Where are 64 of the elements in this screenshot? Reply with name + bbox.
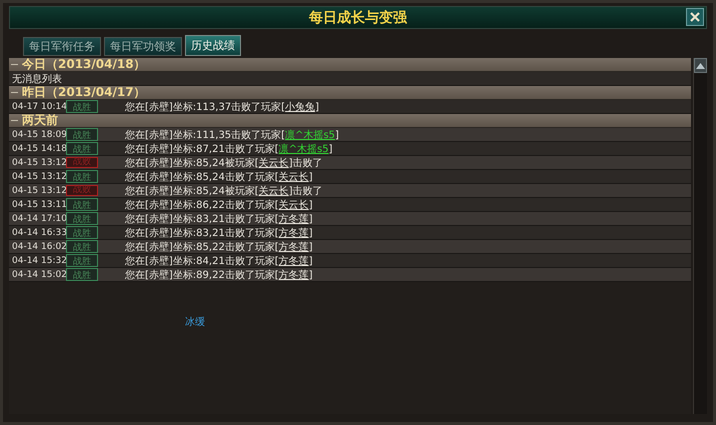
timestamp: 04-15 13:12 <box>11 186 66 196</box>
window-title: 每日成长与变强 <box>309 8 407 26</box>
player-link[interactable]: 关云长 <box>278 172 309 182</box>
timestamp: 04-15 14:18 <box>11 144 66 154</box>
result-badge: 战胜 <box>66 254 98 267</box>
record-message: 您在[赤壁]坐标:113,37击败了玩家[小兔兔] <box>125 100 319 114</box>
player-link[interactable]: 关云长 <box>278 200 309 210</box>
timestamp: 04-14 15:02 <box>11 270 66 280</box>
player-link[interactable]: 方冬莲 <box>278 228 309 238</box>
timestamp: 04-14 16:33 <box>11 228 66 238</box>
timestamp: 04-14 16:02 <box>11 242 66 252</box>
result-badge: 战胜 <box>66 240 98 253</box>
player-link[interactable]: 凛^木摇s5 <box>285 130 336 140</box>
result-badge: 战胜 <box>66 142 98 155</box>
timestamp: 04-15 13:11 <box>11 200 66 210</box>
section-title: 两天前 <box>22 112 58 129</box>
timestamp: 04-14 15:32 <box>11 256 66 266</box>
tab[interactable]: 每日军衔任务 <box>23 37 101 56</box>
result-badge: 战胜 <box>66 128 98 141</box>
timestamp: 04-15 13:12 <box>11 172 66 182</box>
close-icon <box>689 11 701 23</box>
timestamp: 04-15 13:12 <box>11 158 66 168</box>
section-header[interactable]: 两天前 <box>9 114 691 128</box>
empty-message: 无消息列表 <box>11 72 62 86</box>
record-message: 您在[赤壁]坐标:83,21击败了玩家[方冬莲] <box>125 226 313 240</box>
scrollbar[interactable] <box>693 58 707 414</box>
record-message: 您在[赤壁]坐标:85,24击败了玩家[关云长] <box>125 170 313 184</box>
player-link[interactable]: 关云长 <box>258 186 289 196</box>
player-link[interactable]: 凛^木摇s5 <box>278 144 329 154</box>
record-message: 您在[赤壁]坐标:85,24被玩家[关云长]击败了 <box>125 184 323 198</box>
record-message: 您在[赤壁]坐标:87,21击败了玩家[凛^木摇s5] <box>125 142 333 156</box>
result-badge: 战胜 <box>66 226 98 239</box>
player-link[interactable]: 方冬莲 <box>278 214 309 224</box>
section-title: 今日（2013/04/18） <box>22 56 146 73</box>
result-badge: 战胜 <box>66 100 98 113</box>
timestamp: 04-14 17:10 <box>11 214 66 224</box>
record-message: 您在[赤壁]坐标:84,21击败了玩家[方冬莲] <box>125 254 313 268</box>
record-message: 您在[赤壁]坐标:85,24被玩家[关云长]击败了 <box>125 156 323 170</box>
scroll-up-icon <box>696 62 705 68</box>
tab[interactable]: 每日军功领奖 <box>104 37 182 56</box>
record-message: 您在[赤壁]坐标:83,21击败了玩家[方冬莲] <box>125 212 313 226</box>
player-link[interactable]: 小兔兔 <box>285 102 316 112</box>
record-message: 您在[赤壁]坐标:86,22击败了玩家[关云长] <box>125 198 313 212</box>
player-link[interactable]: 方冬莲 <box>278 270 309 280</box>
record-message: 您在[赤壁]坐标:89,22击败了玩家[方冬莲] <box>125 268 313 282</box>
result-badge: 战胜 <box>66 198 98 211</box>
record-message: 您在[赤壁]坐标:85,22击败了玩家[方冬莲] <box>125 240 313 254</box>
result-badge: 战胜 <box>66 170 98 183</box>
result-badge: 战败 <box>66 185 98 196</box>
section-header[interactable]: 昨日（2013/04/17） <box>9 86 691 100</box>
status-label: 冰缓 <box>185 317 205 328</box>
player-link[interactable]: 关云长 <box>258 158 289 168</box>
result-badge: 战胜 <box>66 212 98 225</box>
result-badge: 战胜 <box>66 268 98 281</box>
section-header[interactable]: 今日（2013/04/18） <box>9 58 691 72</box>
close-button[interactable] <box>686 8 704 26</box>
timestamp: 04-15 18:09 <box>11 130 66 140</box>
player-link[interactable]: 方冬莲 <box>278 256 309 266</box>
result-badge: 战败 <box>66 157 98 168</box>
player-link[interactable]: 方冬莲 <box>278 242 309 252</box>
record-message: 您在[赤壁]坐标:111,35击败了玩家[凛^木摇s5] <box>125 128 339 142</box>
timestamp: 04-17 10:14 <box>11 102 66 112</box>
tab[interactable]: 历史战绩 <box>185 35 241 56</box>
section-title: 昨日（2013/04/17） <box>22 84 146 101</box>
